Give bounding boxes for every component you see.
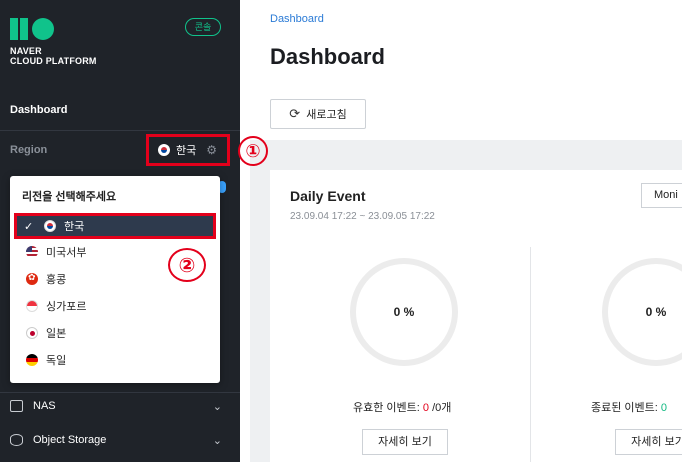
refresh-icon: ⟳ (289, 106, 301, 121)
valid-event-percent: 0 % (393, 305, 415, 319)
breadcrumb[interactable]: Dashboard (270, 13, 324, 25)
option-label: 싱가포르 (46, 301, 87, 313)
option-label: 일본 (46, 328, 67, 340)
us-flag-icon (26, 246, 38, 258)
closed-event-count: 0 (660, 402, 668, 414)
closed-event-stat: 종료된 이벤트: 0 (591, 402, 668, 414)
daily-event-card: Daily Event 23.09.04 17:22 ~ 23.09.05 17… (270, 170, 682, 462)
region-value: 한국 (176, 145, 197, 157)
option-label: 홍콩 (46, 274, 67, 286)
option-label: 독일 (46, 355, 67, 367)
region-option-singapore[interactable]: 싱가포르 (26, 296, 86, 316)
naver-cloud-logo[interactable]: NAVER CLOUD PLATFORM (10, 18, 97, 66)
option-label: 한국 (64, 221, 85, 233)
region-option-korea[interactable]: ✓ 한국 (14, 213, 216, 239)
germany-flag-icon (26, 354, 38, 366)
closed-event-detail-button[interactable]: 자세히 보기 (615, 429, 682, 455)
region-option-japan[interactable]: 일본 (26, 323, 66, 343)
refresh-label: 새로고침 (306, 109, 347, 121)
check-icon: ✓ (24, 220, 34, 233)
divider (0, 130, 240, 131)
sidebar-item-nas[interactable]: NAS ⌄ (10, 400, 222, 413)
closed-event-ring: 0 % (602, 258, 682, 366)
sidebar-item-label: NAS (33, 400, 56, 412)
region-option-us-west[interactable]: 미국서부 (26, 242, 86, 262)
region-label: Region (10, 144, 48, 156)
sidebar-item-label: Object Storage (33, 434, 107, 446)
option-label: 미국서부 (46, 247, 87, 259)
console-badge[interactable]: 콘솔 (185, 18, 221, 36)
chevron-down-icon: ⌄ (212, 434, 222, 447)
korea-flag-icon (44, 220, 56, 232)
region-option-germany[interactable]: 독일 (26, 350, 66, 370)
valid-event-stat: 유효한 이벤트: 0 /0개 (353, 402, 452, 414)
card-title: Daily Event (290, 188, 366, 204)
closed-event-percent: 0 % (645, 305, 667, 319)
gear-icon[interactable]: ⚙ (206, 143, 217, 157)
singapore-flag-icon (26, 300, 38, 312)
hongkong-flag-icon (26, 273, 38, 285)
nas-icon (10, 400, 23, 412)
valid-event-detail-button[interactable]: 자세히 보기 (362, 429, 448, 455)
step-1-marker: ① (238, 136, 268, 166)
japan-flag-icon (26, 327, 38, 339)
dropdown-title: 리전을 선택해주세요 (22, 191, 117, 203)
valid-event-ring: 0 % (350, 258, 458, 366)
refresh-button[interactable]: ⟳ 새로고침 (270, 99, 366, 129)
page-title: Dashboard (270, 44, 385, 69)
korea-flag-icon (158, 144, 170, 156)
object-storage-icon (10, 434, 23, 446)
monitor-button[interactable]: Moni (641, 183, 682, 208)
region-selector[interactable]: 한국 ⚙ (146, 134, 230, 166)
divider (530, 247, 531, 462)
logo-mark (10, 18, 97, 40)
main-content: Dashboard Dashboard ⟳ 새로고침 Daily Event 2… (240, 0, 682, 462)
logo-line2: CLOUD PLATFORM (10, 56, 97, 66)
card-date-range: 23.09.04 17:22 ~ 23.09.05 17:22 (290, 211, 435, 222)
logo-line1: NAVER (10, 46, 42, 56)
sidebar-item-object-storage[interactable]: Object Storage ⌄ (10, 434, 222, 447)
chevron-down-icon: ⌄ (212, 400, 222, 413)
sidebar-item-dashboard[interactable]: Dashboard (10, 104, 67, 116)
region-option-hongkong[interactable]: 홍콩 (26, 269, 66, 289)
divider (0, 392, 240, 393)
step-2-marker: ② (168, 248, 206, 282)
